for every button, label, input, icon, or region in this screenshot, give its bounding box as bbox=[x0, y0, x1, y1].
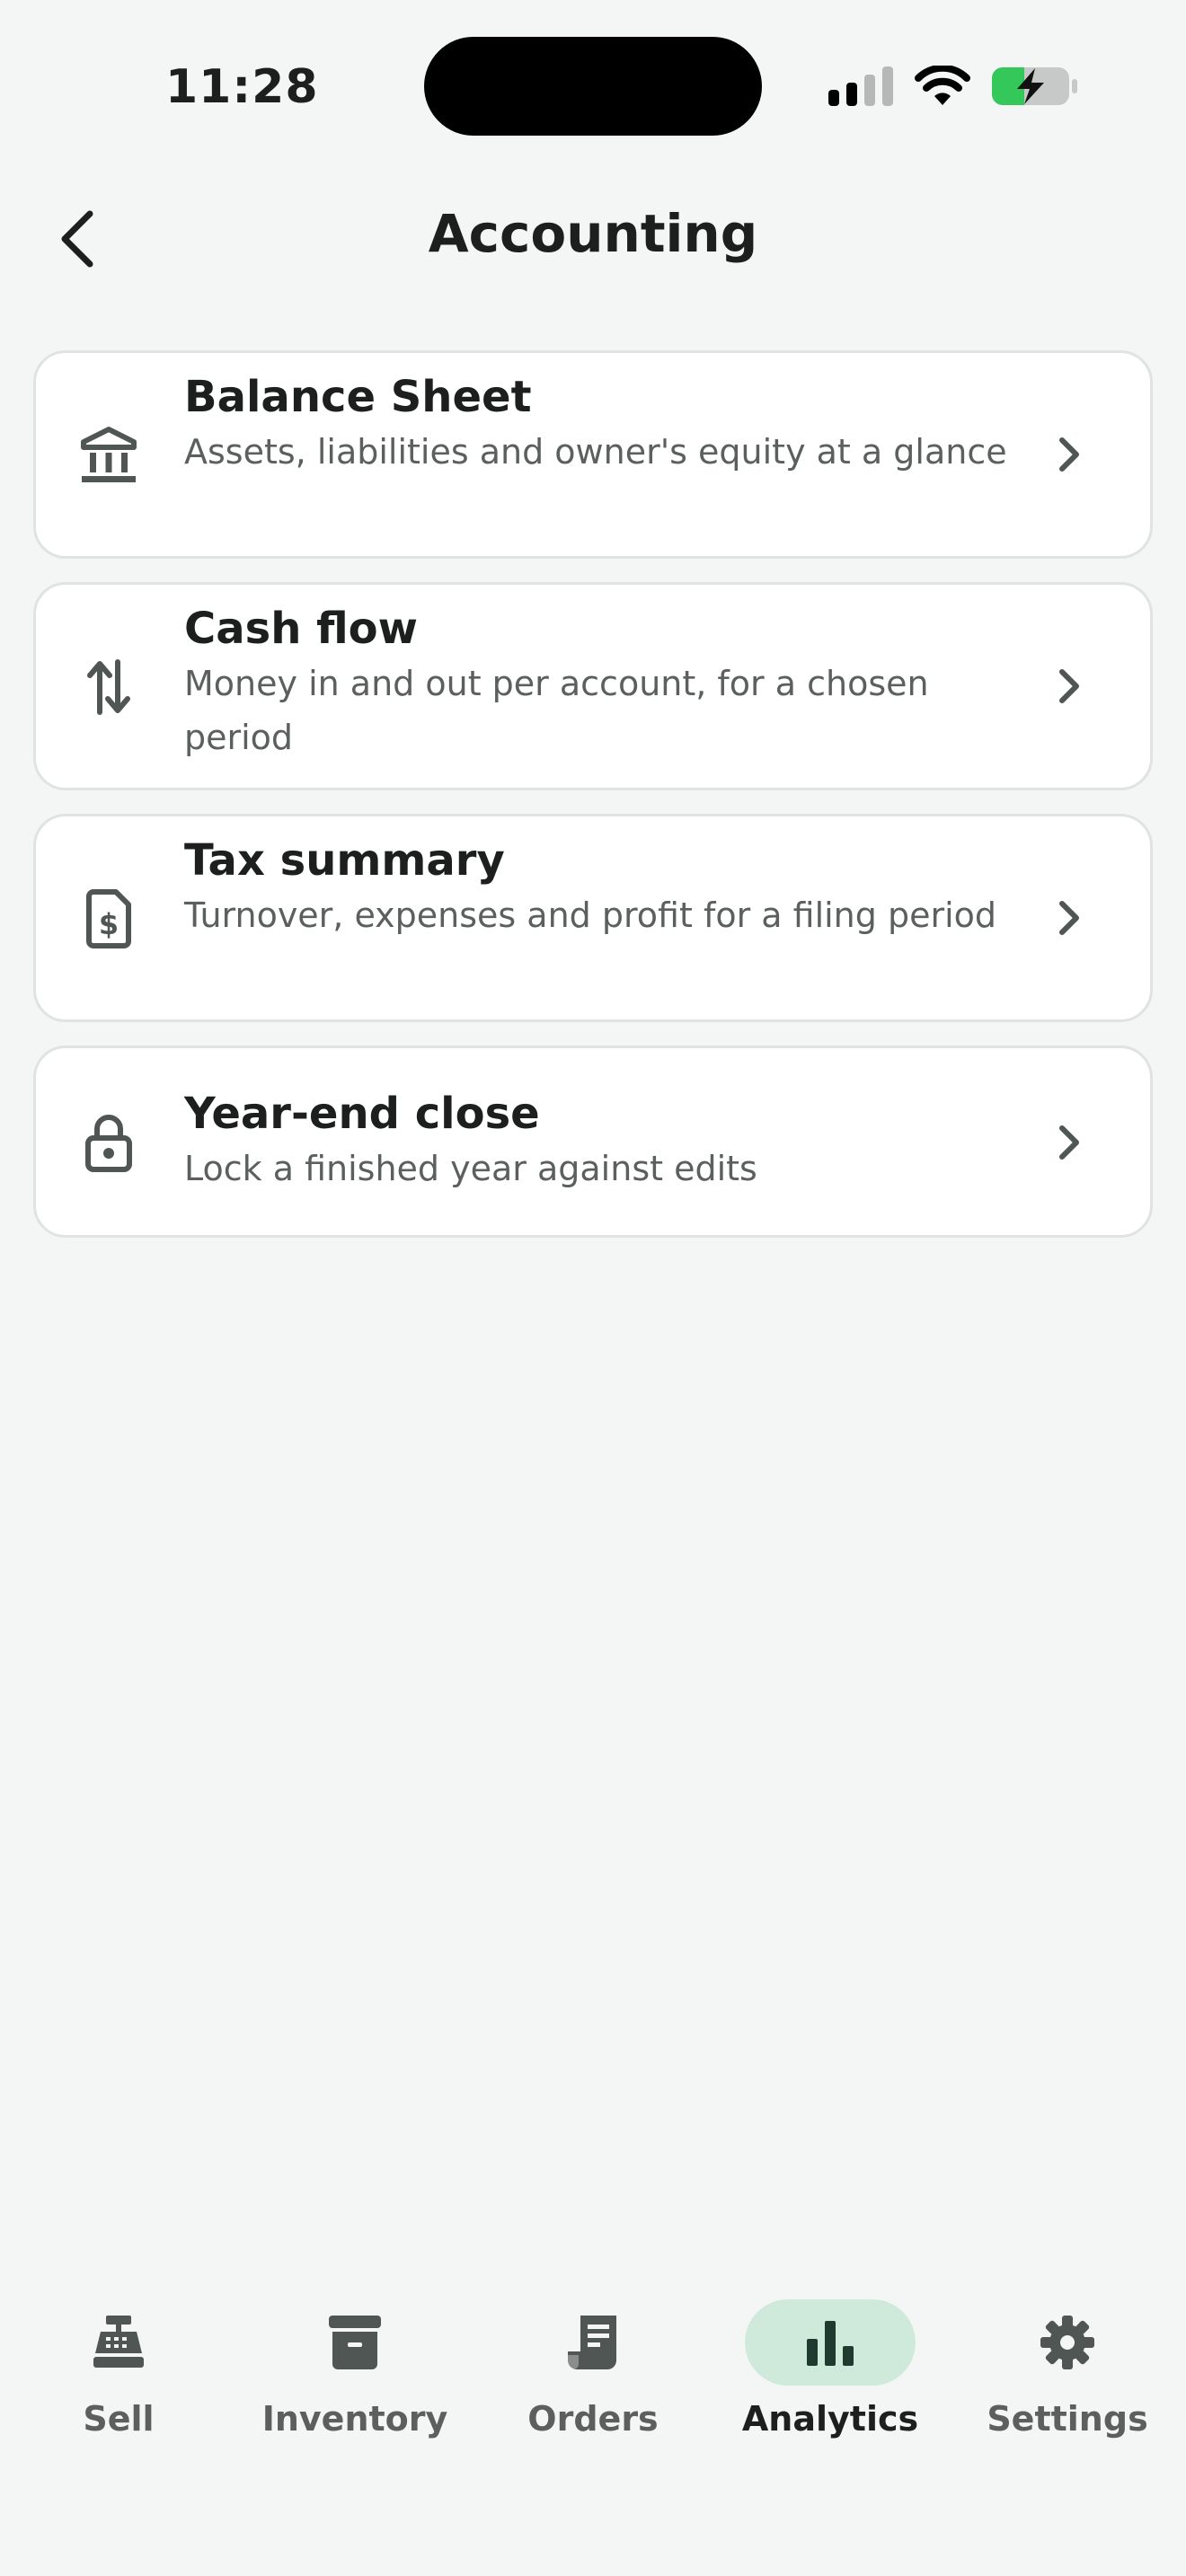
lock-icon bbox=[77, 1111, 140, 1174]
dynamic-island bbox=[424, 37, 762, 136]
svg-text:$: $ bbox=[99, 907, 119, 941]
year-end-close-card[interactable]: Year-end close Lock a finished year agai… bbox=[33, 1045, 1153, 1238]
chevron-right-icon bbox=[1051, 1120, 1087, 1165]
tax-document-icon: $ bbox=[77, 887, 140, 950]
tab-bar: Sell Inventory Orders Analytics Settings bbox=[0, 2299, 1186, 2461]
card-description: Turnover, expenses and profit for a fili… bbox=[184, 895, 997, 935]
card-title: Cash flow bbox=[184, 604, 418, 654]
balance-sheet-card[interactable]: Balance Sheet Assets, liabilities and ow… bbox=[33, 350, 1153, 559]
tab-orders[interactable]: Orders bbox=[485, 2299, 701, 2461]
tab-label: Settings bbox=[987, 2399, 1148, 2439]
receipt-icon bbox=[508, 2299, 678, 2386]
card-description: Lock a finished year against edits bbox=[184, 1149, 757, 1188]
tab-label: Inventory bbox=[261, 2399, 448, 2439]
card-title: Tax summary bbox=[184, 835, 505, 886]
card-description: Money in and out per account, for a chos… bbox=[184, 664, 929, 757]
status-icons bbox=[828, 64, 1078, 111]
battery-icon bbox=[990, 65, 1078, 111]
accounting-screen: 11:28 Accounting Balance Sheet Assets, l… bbox=[0, 0, 1186, 2576]
status-time: 11:28 bbox=[165, 60, 319, 114]
tab-label: Analytics bbox=[741, 2399, 919, 2439]
tab-sell[interactable]: Sell bbox=[11, 2299, 226, 2461]
card-title: Balance Sheet bbox=[184, 372, 532, 422]
tab-label: Orders bbox=[527, 2399, 659, 2439]
bank-icon bbox=[77, 424, 140, 487]
tax-summary-card[interactable]: $ Tax summary Turnover, expenses and pro… bbox=[33, 814, 1153, 1022]
page-title: Accounting bbox=[428, 203, 758, 264]
tab-inventory[interactable]: Inventory bbox=[247, 2299, 463, 2461]
archive-box-icon bbox=[270, 2299, 440, 2386]
tab-settings[interactable]: Settings bbox=[960, 2299, 1175, 2461]
wifi-icon bbox=[915, 64, 970, 110]
tab-analytics[interactable]: Analytics bbox=[722, 2299, 938, 2461]
card-description: Assets, liabilities and owner's equity a… bbox=[184, 432, 1007, 472]
chevron-right-icon bbox=[1051, 664, 1087, 709]
chevron-right-icon bbox=[1051, 895, 1087, 940]
accounting-report-list: Balance Sheet Assets, liabilities and ow… bbox=[33, 350, 1153, 1261]
card-title: Year-end close bbox=[184, 1089, 540, 1139]
gear-icon bbox=[982, 2299, 1153, 2386]
tab-label: Sell bbox=[83, 2399, 155, 2439]
bar-chart-icon bbox=[745, 2299, 916, 2386]
cash-register-icon bbox=[33, 2299, 204, 2386]
transfer-arrows-icon bbox=[77, 656, 140, 719]
chevron-right-icon bbox=[1051, 432, 1087, 477]
cash-flow-card[interactable]: Cash flow Money in and out per account, … bbox=[33, 582, 1153, 790]
cellular-signal-icon bbox=[828, 66, 895, 110]
